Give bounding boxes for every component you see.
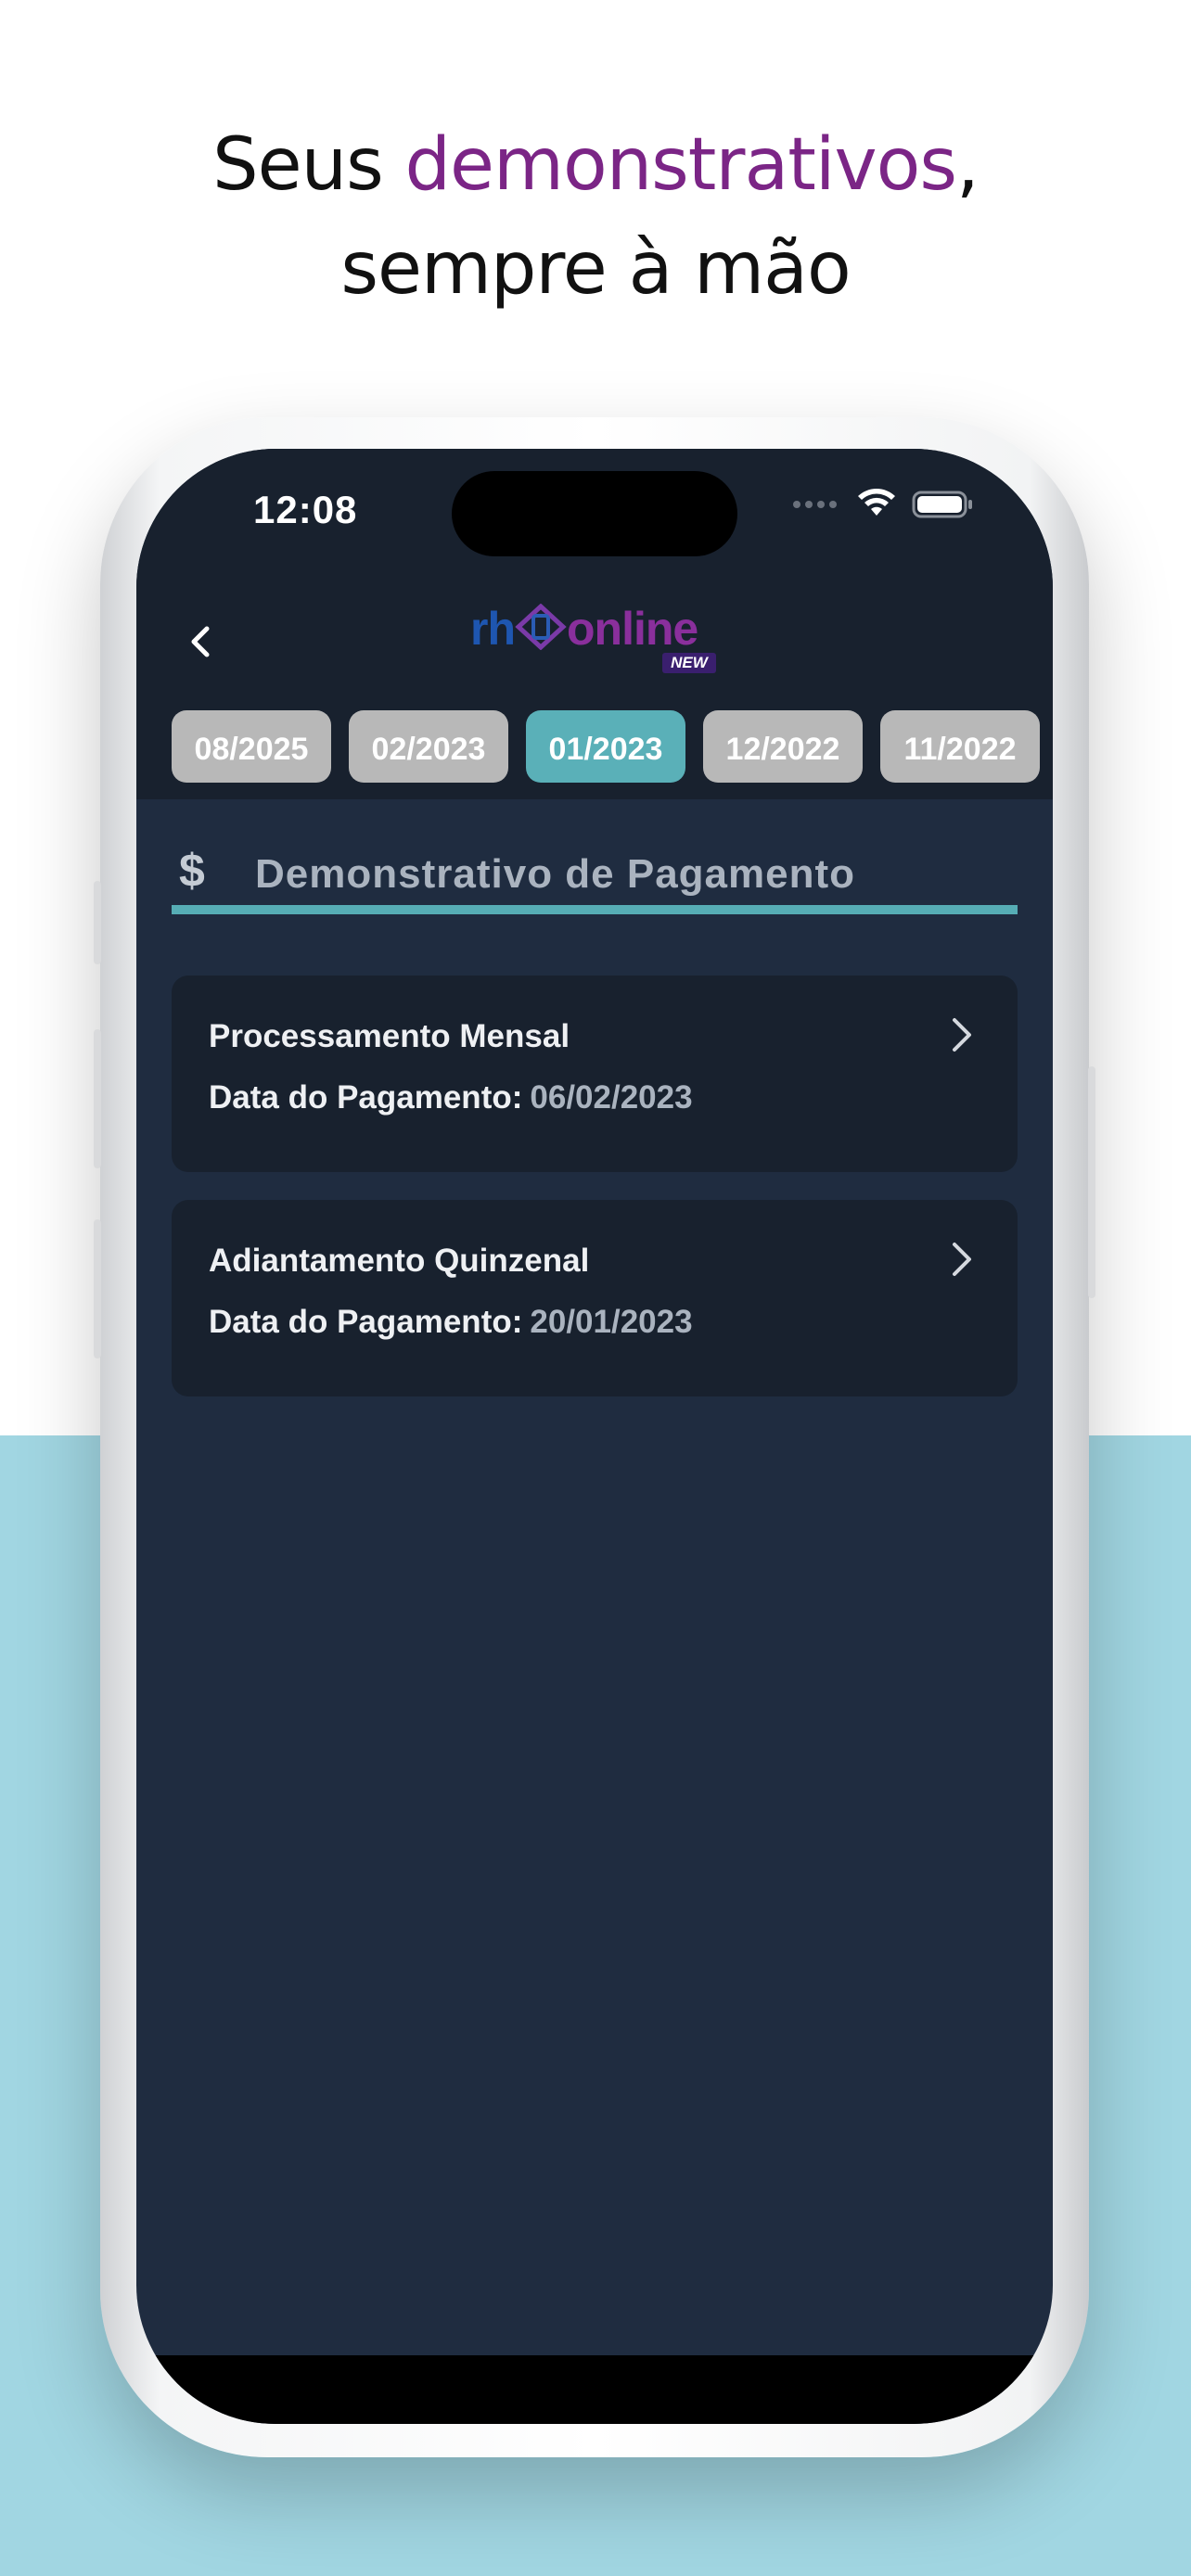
tab-period-11-2022[interactable]: 11/2022 xyxy=(880,710,1040,783)
headline-line-2: sempre à mão xyxy=(340,227,851,311)
phone-side-button-mute xyxy=(94,881,101,964)
dynamic-island xyxy=(452,471,737,556)
logo-online-text: online xyxy=(567,603,698,655)
payment-date-value: 20/01/2023 xyxy=(530,1304,693,1340)
tab-period-08-2025[interactable]: 08/2025 xyxy=(172,710,331,783)
payment-title: Processamento Mensal xyxy=(209,1018,570,1054)
dollar-icon: $ xyxy=(179,845,205,897)
wifi-icon xyxy=(858,489,895,516)
payment-card[interactable]: Processamento Mensal Data do Pagamento: 0… xyxy=(172,976,1018,1172)
section-title: Demonstrativo de Pagamento xyxy=(255,851,856,897)
phone-side-button-volume-up xyxy=(94,1029,101,1168)
signal-dots-icon xyxy=(793,501,837,508)
bottom-bar xyxy=(136,2355,1053,2424)
tab-period-02-2023[interactable]: 02/2023 xyxy=(349,710,508,783)
payment-date-label: Data do Pagamento: xyxy=(209,1304,523,1340)
logo-rh-text: rh xyxy=(470,603,516,655)
logo-emblem-icon xyxy=(515,603,567,651)
payment-date-label: Data do Pagamento: xyxy=(209,1079,523,1116)
payment-date-row: Data do Pagamento: 06/02/2023 xyxy=(209,1079,693,1116)
chevron-right-icon xyxy=(953,1243,971,1276)
chevron-left-icon[interactable] xyxy=(179,616,225,668)
logo-new-badge: NEW xyxy=(662,653,716,673)
chevron-right-icon xyxy=(953,1018,971,1052)
tab-period-01-2023[interactable]: 01/2023 xyxy=(526,710,685,783)
headline-line-1: Seus demonstrativos, xyxy=(212,123,980,207)
payment-title: Adiantamento Quinzenal xyxy=(209,1243,590,1279)
phone-side-button-power xyxy=(1088,1066,1095,1298)
status-time: 12:08 xyxy=(253,488,358,531)
period-tabs: 08/2025 02/2023 01/2023 12/2022 11/2022 xyxy=(172,710,1040,783)
phone-screen: 12:08 rh online NEW 08/2025 02/2023 01/2… xyxy=(136,449,1053,2424)
battery-icon xyxy=(912,491,972,518)
promo-headline: Seus demonstrativos, sempre à mão xyxy=(0,113,1191,321)
tab-period-12-2022[interactable]: 12/2022 xyxy=(703,710,863,783)
payment-date-value: 06/02/2023 xyxy=(530,1079,693,1116)
payment-card[interactable]: Adiantamento Quinzenal Data do Pagamento… xyxy=(172,1200,1018,1396)
app-header: 12:08 rh online NEW 08/2025 02/2023 01/2… xyxy=(136,449,1053,799)
rh-online-logo: rh online NEW xyxy=(470,599,721,673)
phone-side-button-volume-down xyxy=(94,1219,101,1358)
payment-date-row: Data do Pagamento: 20/01/2023 xyxy=(209,1304,693,1341)
headline-accent: demonstrativos xyxy=(404,123,957,207)
section-header: $ Demonstrativo de Pagamento xyxy=(172,838,1018,914)
